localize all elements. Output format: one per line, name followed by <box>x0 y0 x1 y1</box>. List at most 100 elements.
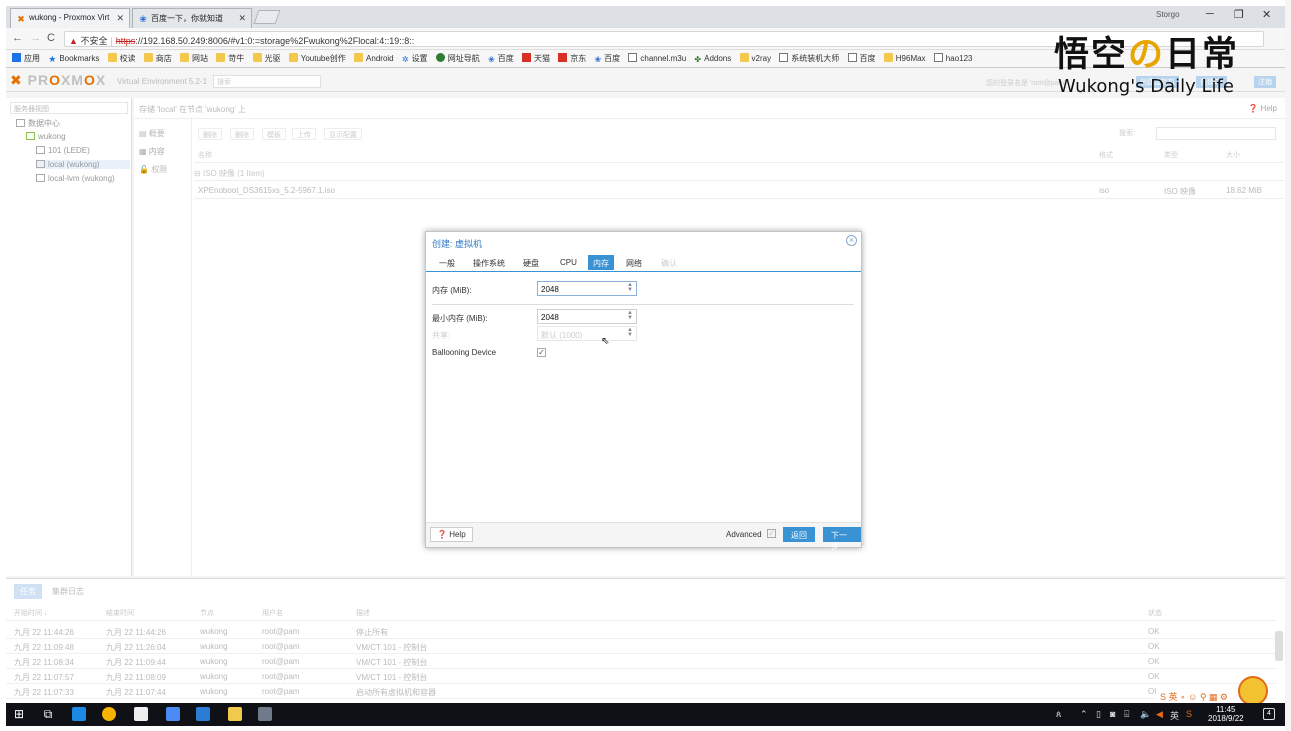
bookmark-tmall[interactable]: 天猫 <box>521 53 550 64</box>
tree-item-datacenter[interactable]: 数据中心 <box>16 118 60 129</box>
table-row[interactable]: 九月 22 11:07:33 九月 22 11:07:44 wukong roo… <box>6 684 1276 699</box>
bookmark-jd[interactable]: 京东 <box>558 53 586 64</box>
scrollbar[interactable] <box>1275 631 1283 661</box>
column-status[interactable]: 状态 <box>1148 608 1162 618</box>
template-button[interactable]: 模板 <box>262 128 286 140</box>
delete-button[interactable]: 删除 <box>198 128 222 140</box>
tab-disk[interactable]: 硬盘 <box>518 255 544 270</box>
app-feather-icon[interactable] <box>166 707 180 721</box>
close-icon[interactable]: × <box>846 235 857 246</box>
bookmark-folder[interactable]: v2ray <box>739 53 771 63</box>
tab-proxmox[interactable]: ✖ wukong - Proxmox Virt ✕ <box>10 8 130 28</box>
profile-name[interactable]: Storgo <box>1156 10 1180 19</box>
column-node[interactable]: 节点 <box>200 608 214 618</box>
back-arrow-icon[interactable]: ← <box>12 32 23 44</box>
shares-stepper[interactable]: 默认 (1000) ▲ ▼ <box>537 326 637 341</box>
notification-center-icon[interactable]: 4 <box>1263 708 1275 720</box>
bookmark-folder[interactable]: H96Max <box>883 53 926 63</box>
group-header[interactable]: ⊟ ISO 映像 (1 Item) <box>194 168 265 179</box>
tree-item-vm[interactable]: 101 (LEDE) <box>36 146 90 155</box>
tab-general[interactable]: 一般 <box>434 255 460 270</box>
address-bar[interactable]: ▲ 不安全 | https://192.168.50.249:8006/#v1:0:… <box>64 31 1264 47</box>
reload-icon[interactable]: C <box>47 32 55 44</box>
nav-content[interactable]: ▦ 内容 <box>139 146 165 157</box>
bookmark-folder[interactable]: 苛牛 <box>216 53 244 64</box>
sogou-tray-icon[interactable]: S <box>1186 709 1192 719</box>
tab-tasks[interactable]: 任务 <box>14 584 42 599</box>
word-icon[interactable] <box>196 707 210 721</box>
cell-name[interactable]: XPEnoboot_DS3615xs_5.2-5967.1.iso <box>198 186 335 195</box>
ime-indicator[interactable]: 英 <box>1170 709 1179 722</box>
column-end[interactable]: 结束时间 <box>106 608 134 618</box>
column-user[interactable]: 用户名 <box>262 608 283 618</box>
people-icon[interactable]: ጰ <box>1056 709 1061 720</box>
clock[interactable]: 11:45 2018/9/22 <box>1208 705 1244 723</box>
network-icon[interactable]: ⌹ <box>1124 709 1129 720</box>
bookmark-addons[interactable]: ✤ Addons <box>694 54 731 64</box>
file-explorer-icon[interactable] <box>228 707 242 721</box>
bookmark-folder[interactable]: 校读 <box>107 53 136 64</box>
bookmark-page[interactable]: hao123 <box>933 53 973 63</box>
bookmark-apps[interactable]: 应用 <box>12 53 40 64</box>
bookmark-page[interactable]: 百度 <box>847 53 876 64</box>
column-name[interactable]: 名称 <box>198 150 212 160</box>
tab-os[interactable]: 操作系统 <box>468 255 510 270</box>
tray-arrow-icon[interactable]: ◀ <box>1156 709 1163 720</box>
chrome-icon[interactable] <box>102 707 116 721</box>
min-memory-stepper[interactable]: 2048 ▲ ▼ <box>537 309 637 324</box>
task-view-icon[interactable]: ⧉ <box>40 706 56 722</box>
help-button[interactable]: ❓ Help <box>430 527 473 542</box>
table-row[interactable]: 九月 22 11:08:34 九月 22 11:09:44 wukong roo… <box>6 654 1276 669</box>
battery-icon[interactable]: ▯ <box>1096 709 1101 720</box>
content-search-input[interactable] <box>1156 127 1276 140</box>
windows-start-icon[interactable]: ⊞ <box>11 706 27 722</box>
tray-app-icon[interactable]: ◙ <box>1110 709 1115 719</box>
back-button[interactable]: 返回 <box>783 527 815 542</box>
tree-item-storage-lvm[interactable]: local-lvm (wukong) <box>36 174 115 183</box>
column-start[interactable]: 开始时间 ↓ <box>14 608 47 618</box>
column-description[interactable]: 描述 <box>356 608 370 618</box>
create-vm-button[interactable]: 创建虚拟机 <box>1136 76 1179 88</box>
advanced-checkbox[interactable]: ✓ <box>767 529 776 538</box>
bookmark-nav[interactable]: 网址导航 <box>435 53 480 64</box>
maximize-icon[interactable]: ❐ <box>1234 8 1244 21</box>
app-window-icon[interactable] <box>258 707 272 721</box>
bookmark-folder[interactable]: 光驱 <box>252 53 281 64</box>
help-link[interactable]: ❓ Help <box>1248 104 1277 113</box>
tab-cluster-log[interactable]: 集群日志 <box>46 584 90 599</box>
app-p-icon[interactable] <box>72 707 86 721</box>
column-type[interactable]: 类型 <box>1164 150 1178 160</box>
close-icon[interactable]: ✕ <box>238 13 246 24</box>
remove-button[interactable]: 删除 <box>230 128 254 140</box>
bookmark-folder[interactable]: 商店 <box>143 53 172 64</box>
bookmark-page[interactable]: channel.m3u <box>628 53 686 63</box>
tab-memory[interactable]: 内存 <box>588 255 614 270</box>
mail-icon[interactable] <box>134 707 148 721</box>
table-row[interactable]: 九月 22 11:44:26 九月 22 11:44:26 wukong roo… <box>6 624 1276 639</box>
bookmark-settings[interactable]: ✲ 设置 <box>402 53 428 64</box>
forward-arrow-icon[interactable]: → <box>30 32 41 44</box>
bookmark-baidu[interactable]: ❀ 百度 <box>594 53 620 64</box>
show-config-button[interactable]: 显示配置 <box>324 128 362 140</box>
column-size[interactable]: 大小 <box>1226 150 1240 160</box>
logout-button[interactable]: 注销 <box>1254 76 1276 88</box>
bookmark-baidu[interactable]: ❀ 百度 <box>488 53 514 64</box>
spinner-arrows-icon[interactable]: ▲ ▼ <box>627 310 633 321</box>
create-ct-button[interactable]: 创建CT <box>1196 76 1228 88</box>
tab-baidu[interactable]: ❀ 百度一下，你就知道 ✕ <box>132 8 252 28</box>
tree-item-node[interactable]: wukong <box>26 132 66 141</box>
sogou-mascot-icon[interactable] <box>1238 676 1268 706</box>
chevron-up-icon[interactable]: ⌃ <box>1080 709 1088 720</box>
search-input[interactable]: 搜索 <box>213 75 321 88</box>
tree-item-storage-local[interactable]: local (wukong) <box>36 160 130 169</box>
bookmark-page[interactable]: 系统装机大师 <box>779 53 839 64</box>
bookmark-bookmarks[interactable]: ★ Bookmarks <box>48 54 99 65</box>
close-window-icon[interactable]: ✕ <box>1262 8 1271 21</box>
tab-network[interactable]: 网络 <box>621 255 647 270</box>
tab-confirm[interactable]: 确认 <box>656 255 682 270</box>
next-button[interactable]: 下一步 <box>823 527 861 551</box>
bookmark-folder[interactable]: Android <box>354 53 394 63</box>
minimize-icon[interactable]: ─ <box>1206 8 1214 20</box>
upload-button[interactable]: 上传 <box>292 128 316 140</box>
new-tab-button[interactable] <box>253 10 281 24</box>
